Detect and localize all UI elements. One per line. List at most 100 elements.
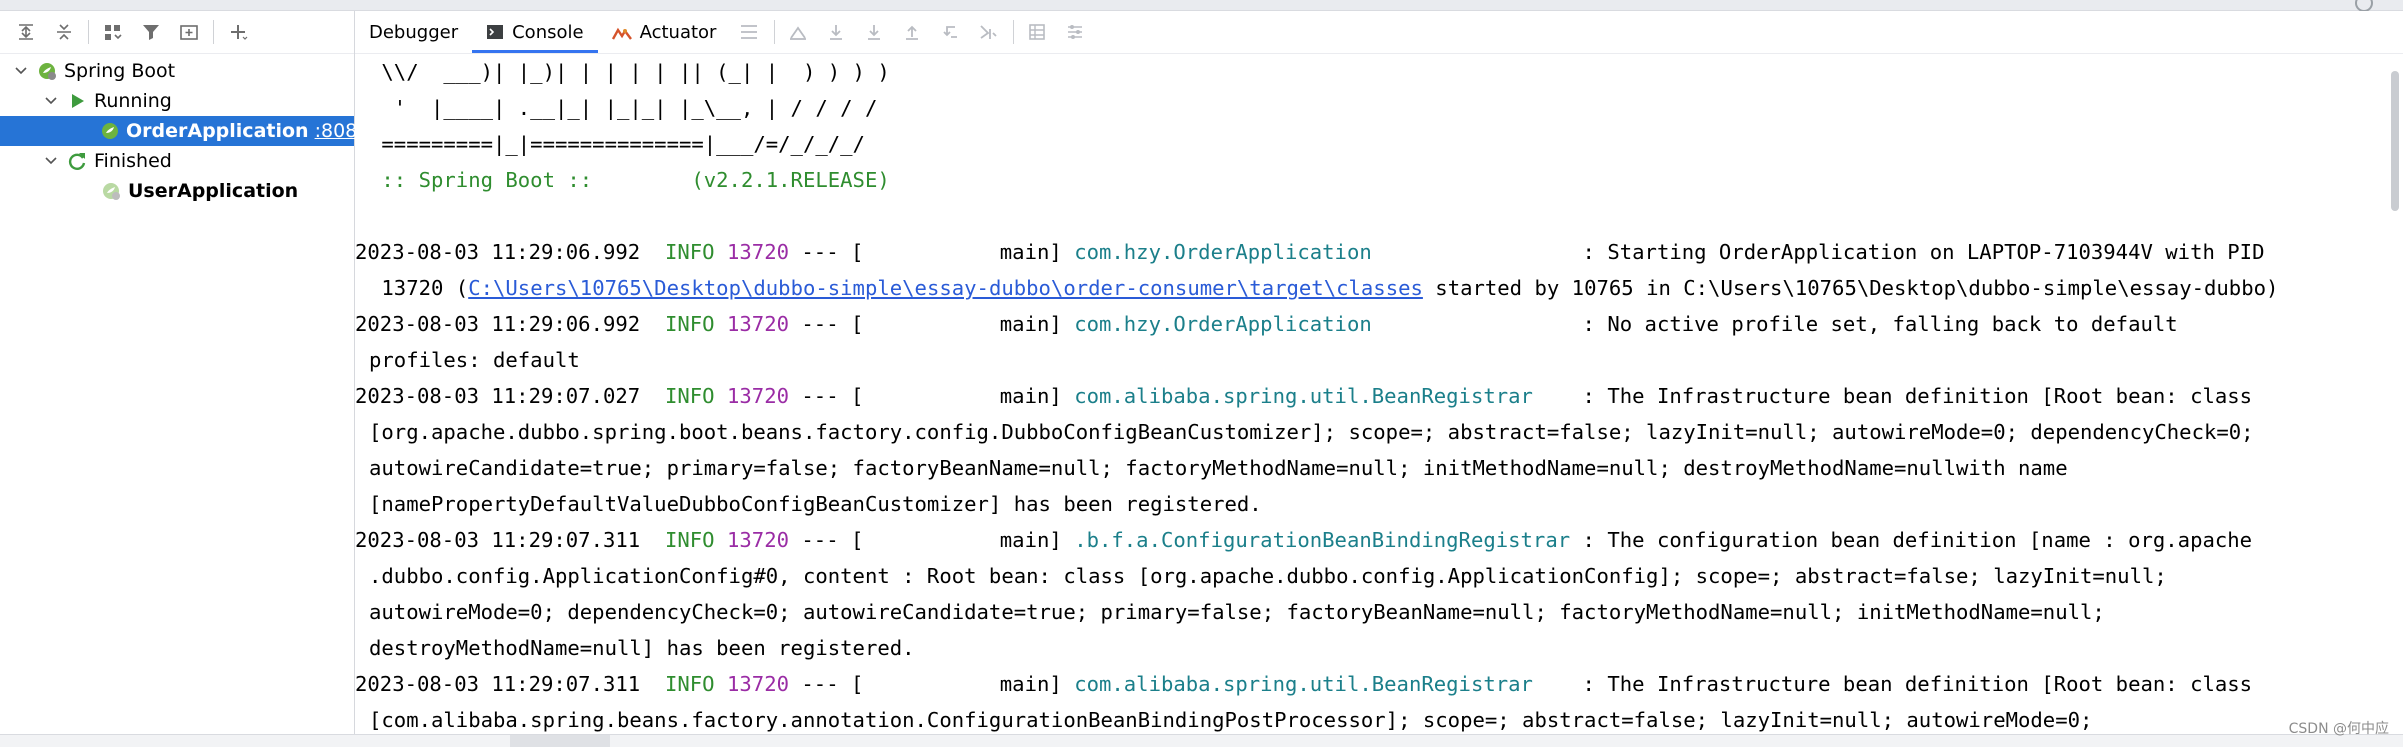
log-continuation: 13720 (C:\Users\10765\Desktop\dubbo-simp…	[355, 270, 2385, 306]
log-line: 2023-08-03 11:29:07.027 INFO 13720 --- […	[355, 378, 2385, 414]
trace-settings-icon[interactable]	[1060, 17, 1090, 47]
log-level: INFO	[664, 384, 715, 408]
bottom-active-tab[interactable]	[510, 735, 610, 747]
log-thread: --- [ main]	[801, 240, 1062, 264]
log-timestamp: 2023-08-03 11:29:07.027	[355, 384, 641, 408]
tree-node-order-application[interactable]: OrderApplication :8081/	[0, 116, 376, 146]
step-out-icon[interactable]	[897, 17, 927, 47]
chevron-down-icon[interactable]	[12, 62, 30, 80]
log-logger: com.alibaba.spring.util.BeanRegistrar	[1074, 384, 1571, 408]
filter-icon[interactable]	[135, 16, 167, 48]
tool-tabs: Debugger Console Actuator	[355, 11, 2403, 54]
chevron-down-icon[interactable]	[42, 92, 60, 110]
step-over-icon[interactable]	[821, 17, 851, 47]
window-top-strip	[0, 0, 2403, 12]
bottom-toolbar-strip	[0, 734, 2403, 747]
log-continuation: profiles: default	[369, 348, 580, 372]
log-cont-text: started by 10765 in C:\Users\10765\Deskt…	[1422, 276, 2279, 300]
log-message: : The configuration bean definition [nam…	[1582, 528, 2253, 552]
tree-node-user-application[interactable]: UserApplication	[0, 176, 354, 206]
log-continuation: .dubbo.config.ApplicationConfig#0, conte…	[369, 564, 2167, 588]
chevron-down-icon[interactable]	[42, 152, 60, 170]
log-timestamp: 2023-08-03 11:29:06.992	[355, 312, 641, 336]
tab-console[interactable]: Console	[472, 11, 599, 53]
tree-label-user-application: UserApplication	[128, 180, 299, 202]
add-service-icon[interactable]	[222, 16, 254, 48]
expand-all-icon[interactable]	[10, 16, 42, 48]
log-continuation: [org.apache.dubbo.spring.boot.beans.fact…	[369, 420, 2254, 444]
services-toolbar	[0, 11, 354, 54]
group-by-icon[interactable]	[97, 16, 129, 48]
log-line: 2023-08-03 11:29:06.992 INFO 13720 --- […	[355, 234, 2385, 270]
toolbar-separator	[774, 20, 776, 44]
log-pid: 13720	[727, 384, 789, 408]
tree-node-finished[interactable]: Finished	[0, 146, 354, 176]
log-thread: --- [ main]	[801, 384, 1062, 408]
log-pid: 13720	[727, 240, 789, 264]
spring-boot-icon	[34, 58, 60, 84]
console-toolbar	[734, 17, 1098, 47]
tab-actuator-label: Actuator	[639, 21, 717, 43]
console-scrollbar[interactable]	[2391, 71, 2399, 211]
collapse-all-icon[interactable]	[48, 16, 80, 48]
log-message: : The Infrastructure bean definition [Ro…	[1582, 672, 2253, 696]
log-pid: 13720	[727, 312, 789, 336]
log-message: : Starting OrderApplication on LAPTOP-71…	[1582, 240, 2265, 264]
log-continuation: autowireCandidate=true; primary=false; f…	[369, 456, 2068, 480]
tab-actuator[interactable]: Actuator	[598, 11, 731, 53]
step-into-icon[interactable]	[859, 17, 889, 47]
toolbar-separator	[1013, 20, 1015, 44]
log-thread: --- [ main]	[801, 528, 1062, 552]
log-cont-text: 13720 (	[369, 276, 469, 300]
drop-frame-icon[interactable]	[935, 17, 965, 47]
log-continuation: autowireMode=0; dependencyCheck=0; autow…	[369, 600, 2105, 624]
tree-label-finished: Finished	[94, 150, 172, 172]
new-tab-icon[interactable]	[173, 16, 205, 48]
log-pid: 13720	[727, 528, 789, 552]
run-tool-window: Debugger Console Actuator \\/ ___)| |_)|…	[355, 11, 2403, 734]
evaluate-expression-icon[interactable]	[1022, 17, 1052, 47]
services-tree: Spring Boot Running OrderApplication :80…	[0, 54, 376, 206]
log-level: INFO	[664, 312, 715, 336]
log-level: INFO	[664, 528, 715, 552]
toolbar-separator	[88, 20, 89, 44]
log-logger: com.hzy.OrderApplication	[1074, 240, 1571, 264]
log-line: 2023-08-03 11:29:06.992 INFO 13720 --- […	[355, 306, 2385, 342]
log-message: : No active profile set, falling back to…	[1582, 312, 2178, 336]
log-pid: 13720	[727, 672, 789, 696]
log-timestamp: 2023-08-03 11:29:07.311	[355, 672, 641, 696]
toolbar-separator	[213, 20, 214, 44]
tree-label-spring-boot: Spring Boot	[64, 60, 176, 82]
menu-icon[interactable]	[734, 17, 764, 47]
classpath-link[interactable]: C:\Users\10765\Desktop\dubbo-simple\essa…	[468, 276, 1423, 300]
run-to-cursor-icon[interactable]	[973, 17, 1003, 47]
console-output[interactable]: \\/ ___)| |_)| | | | | || (_| | ) ) ) ) …	[355, 54, 2385, 734]
services-panel: Spring Boot Running OrderApplication :80…	[0, 11, 376, 734]
show-execution-point-icon[interactable]	[783, 17, 813, 47]
tab-debugger[interactable]: Debugger	[355, 11, 472, 53]
log-level: INFO	[664, 240, 715, 264]
watermark: CSDN @何中应	[2288, 721, 2389, 737]
log-logger: .b.f.a.ConfigurationBeanBindingRegistrar	[1074, 528, 1571, 552]
run-icon	[64, 88, 90, 114]
log-line: 2023-08-03 11:29:07.311 INFO 13720 --- […	[355, 522, 2385, 558]
log-timestamp: 2023-08-03 11:29:06.992	[355, 240, 641, 264]
banner-line: =========|_|==============|___/=/_/_/_/	[369, 132, 865, 156]
banner-line: ' |____| .__|_| |_|_| |_\__, | / / / /	[369, 96, 878, 120]
log-thread: --- [ main]	[801, 672, 1062, 696]
log-timestamp: 2023-08-03 11:29:07.311	[355, 528, 641, 552]
tab-debugger-label: Debugger	[369, 21, 459, 43]
rerun-icon	[64, 148, 90, 174]
tree-node-running[interactable]: Running	[0, 86, 354, 116]
log-continuation: [com.alibaba.spring.beans.factory.annota…	[369, 708, 2093, 732]
tree-label-order-application: OrderApplication	[126, 120, 309, 142]
log-logger: com.alibaba.spring.util.BeanRegistrar	[1074, 672, 1571, 696]
console-icon	[486, 23, 504, 41]
tab-console-label: Console	[512, 21, 584, 43]
actuator-icon	[611, 23, 632, 41]
tree-node-spring-boot[interactable]: Spring Boot	[0, 56, 354, 86]
log-logger: com.hzy.OrderApplication	[1074, 312, 1571, 336]
banner-version-line: :: Spring Boot :: (v2.2.1.RELEASE)	[355, 162, 2385, 198]
log-continuation: [namePropertyDefaultValueDubboConfigBean…	[369, 492, 1262, 516]
